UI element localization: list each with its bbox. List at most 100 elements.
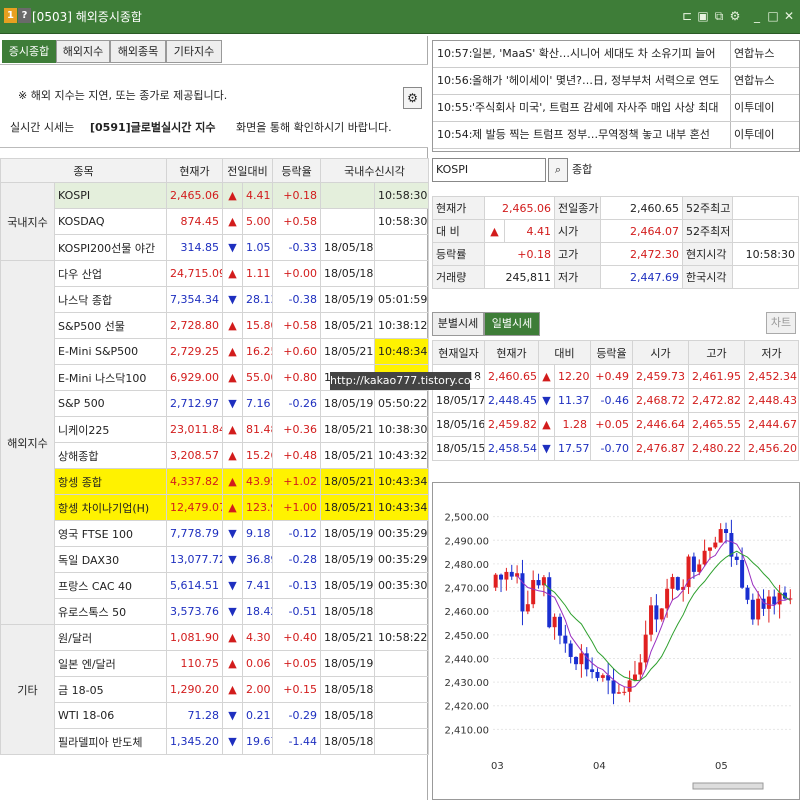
quote-rate: +0.18 [483,242,556,266]
table-row[interactable]: 금 18-05 1,290.20 ▲ 2.00 +0.15 18/05/18 [1,676,430,703]
row-time: 00:35:30 [374,572,430,599]
table-row[interactable]: 나스닥 종합7,354.34▼28.13-0.3818/05/1905:01:5… [1,286,430,313]
news-item[interactable]: 10:55: '주식회사 미국', 트럼프 감세에 자사주 매입 사상 최대 이투데… [433,95,799,122]
candle-body [600,675,605,678]
daily-row[interactable]: 18/05/15 2,458.54 ▼ 17.57 -0.70 2,476.87 2,480… [432,436,799,461]
daily-header-date[interactable]: 현재일자 [432,340,485,365]
table-row[interactable]: 영국 FTSE 100 7,778.79 ▼ 9.18 -0.12 18/05/19 00:… [1,520,430,547]
symbol-input[interactable]: KOSPI [432,158,546,182]
row-change: 18.42 [241,598,274,625]
daily-header-price[interactable]: 현재가 [484,340,539,365]
table-row[interactable]: 독일 DAX3013,077.72▼36.89-0.2818/05/1900:3… [1,546,430,573]
watermark-url: http://kakao777.tistory.com [330,372,481,390]
news-item[interactable]: 10:54: 제 발등 찍는 트럼프 정부…무역정책 놓고 내부 혼선 이투데이 [433,122,799,149]
header-price[interactable]: 현재가 [166,158,223,183]
copy-icon[interactable]: ⧉ [712,9,726,23]
help-icon[interactable]: ? [18,8,31,23]
chart-button[interactable]: 차트 [766,312,796,334]
maximize-icon[interactable]: □ [766,9,780,23]
row-time [374,234,430,261]
table-row[interactable]: 항셍 차이나기업(H)12,479.07▲123.94+1.0018/05/21… [1,494,430,521]
table-row[interactable]: WTI 18-06 71.28 ▼ 0.21 -0.29 18/05/18 [1,702,430,729]
candle-body [702,550,707,565]
row-date: 18/05/18 [320,702,376,729]
news-source: 이투데이 [730,122,799,148]
header-name[interactable]: 종목 [0,158,167,183]
row-change: 9.18 [241,520,274,547]
table-row[interactable]: 상해종합3,208.57▲15.26+0.4818/05/2110:43:32 [1,442,430,469]
table-row[interactable]: E-Mini S&P5002,729.25▲16.25+0.6018/05/21… [1,338,430,365]
save-icon[interactable]: ▣ [696,9,710,23]
settings-icon[interactable]: ⚙ [728,9,742,23]
row-time: 10:58:30 [374,208,430,235]
table-row[interactable]: 기타 원/달러 1,081.90 ▲ 4.30 +0.40 18/05/21 10:58:22 [0,624,430,755]
gear-icon[interactable]: ⚙ [403,87,422,109]
header-change[interactable]: 전일대비 [221,158,274,183]
search-icon[interactable]: ⌕ [548,158,568,182]
notice-suffix: 화면을 통해 확인하시기 바랍니다. [236,121,392,134]
row-rate: +1.02 [272,468,322,495]
daily-header-low[interactable]: 저가 [744,340,799,365]
table-row[interactable]: S&P 500 2,712.97 ▼ 7.16 -0.26 18/05/19 05:50:2… [1,390,430,417]
minimize-icon[interactable]: _ [750,9,764,23]
daily-change: 17.57 [554,436,591,461]
daily-header-high[interactable]: 고가 [688,340,745,365]
row-date: 18/05/19 [320,390,376,417]
candle-body [520,573,525,612]
row-price: 71.28 [166,702,223,729]
table-row[interactable]: S&P500 선물2,728.80▲15.80+0.5818/05/2110:3… [1,312,430,339]
candle-body [734,556,739,560]
table-row[interactable]: 필라델피아 반도체1,345.20▼19.67-1.4418/05/18 [1,728,430,755]
row-change: 28.13 [241,286,274,313]
table-row[interactable]: 니케이22523,011.84▲81.48+0.3618/05/2110:38:… [1,416,430,443]
tab-market-summary[interactable]: 증시종합 [2,40,56,63]
row-name: 니케이225 [54,416,167,443]
table-row[interactable]: 유로스톡스 503,573.76▼18.42-0.5118/05/18 [1,598,430,625]
notice-screen-code[interactable]: [0591]글로벌실시간 지수 [90,119,215,135]
row-date: 18/05/21 [320,442,376,469]
tab-minute-quotes[interactable]: 분별시세 [432,312,484,336]
news-item[interactable]: 10:56: 올해가 '헤이세이' 몇년?…日, 정부부처 서력으로 연도 연합뉴스 [433,68,799,95]
table-row[interactable]: 프랑스 CAC 40 5,614.51 ▼ 7.41 -0.13 18/05/19 00:3… [1,572,430,599]
row-change: 4.30 [241,624,274,651]
header-rate[interactable]: 등락율 [272,158,322,183]
row-price: 23,011.84 [166,416,223,443]
link-icon[interactable]: ⊏ [680,9,694,23]
row-price: 4,337.82 [166,468,223,495]
screen-number-icon[interactable]: 1 [4,8,17,23]
daily-header-change[interactable]: 대비 [538,340,591,365]
table-row[interactable]: 국내지수 KOSPI 2,465.06 ▲ 4.41 +0.18 10:58:30 [0,182,430,261]
tab-overseas-stocks[interactable]: 해외종목 [110,40,166,63]
table-row[interactable]: 일본 엔/달러 110.75 ▲ 0.06 +0.05 18/05/19 [1,650,430,677]
row-rate: +0.58 [272,208,322,235]
daily-row[interactable]: 18/05/17 2,448.45 ▼ 11.37 -0.46 2,468.72 2,472… [432,388,799,413]
row-arrow: ▼ [222,572,243,599]
table-row[interactable]: 해외지수 다우 산업 24,715.09 ▲ 1.11 +0.00 18/05/18 [0,260,430,625]
row-time: 10:43:34 [374,494,430,521]
row-date [320,208,376,235]
candle-body [745,587,750,600]
tab-other-index[interactable]: 기타지수 [166,40,222,63]
table-row[interactable]: KOSPI200선물 야간 314.85 ▼ 1.05 -0.33 18/05/18 [1,234,430,261]
daily-row[interactable]: 18 2,460.65 ▲ 12.20 +0.49 2,459.73 2,461.95 2,4… [432,364,799,389]
news-item[interactable]: 10:57: 일본, 'MaaS' 확산…시니어 세대도 차 소유기피 늘어 연합뉴… [433,41,799,68]
label-rate: 등락률 [432,242,485,266]
tab-daily-quotes[interactable]: 일별시세 [484,312,540,336]
table-header: 종목 현재가 전일대비 등락율 국내수신시각 [0,158,430,183]
daily-row[interactable]: 18/05/16 2,459.82 ▲ 1.28 +0.05 2,446.64 2,465.… [432,412,799,437]
y-tick-label: 2,420.00 [444,702,489,713]
y-tick-label: 2,490.00 [444,536,489,547]
chart-scrollbar [692,782,764,790]
daily-header-rate[interactable]: 등락율 [590,340,633,365]
table-row[interactable]: KOSDAQ 874.45 ▲ 5.00 +0.58 10:58:30 [1,208,430,235]
row-time [374,676,430,703]
close-icon[interactable]: ✕ [782,9,796,23]
price-chart[interactable]: 2,500.00 2,490.00 2,480.00 2,470.00 2,460.00… [432,482,800,800]
daily-header-open[interactable]: 시가 [632,340,689,365]
header-time[interactable]: 국내수신시각 [320,158,430,183]
candle-body [574,656,579,665]
candle-body [638,662,643,675]
table-row[interactable]: 항셍 종합4,337.82▲43.95+1.0218/05/2110:43:34 [1,468,430,495]
row-time: 10:38:12 [374,312,430,339]
tab-overseas-index[interactable]: 해외지수 [56,40,110,63]
